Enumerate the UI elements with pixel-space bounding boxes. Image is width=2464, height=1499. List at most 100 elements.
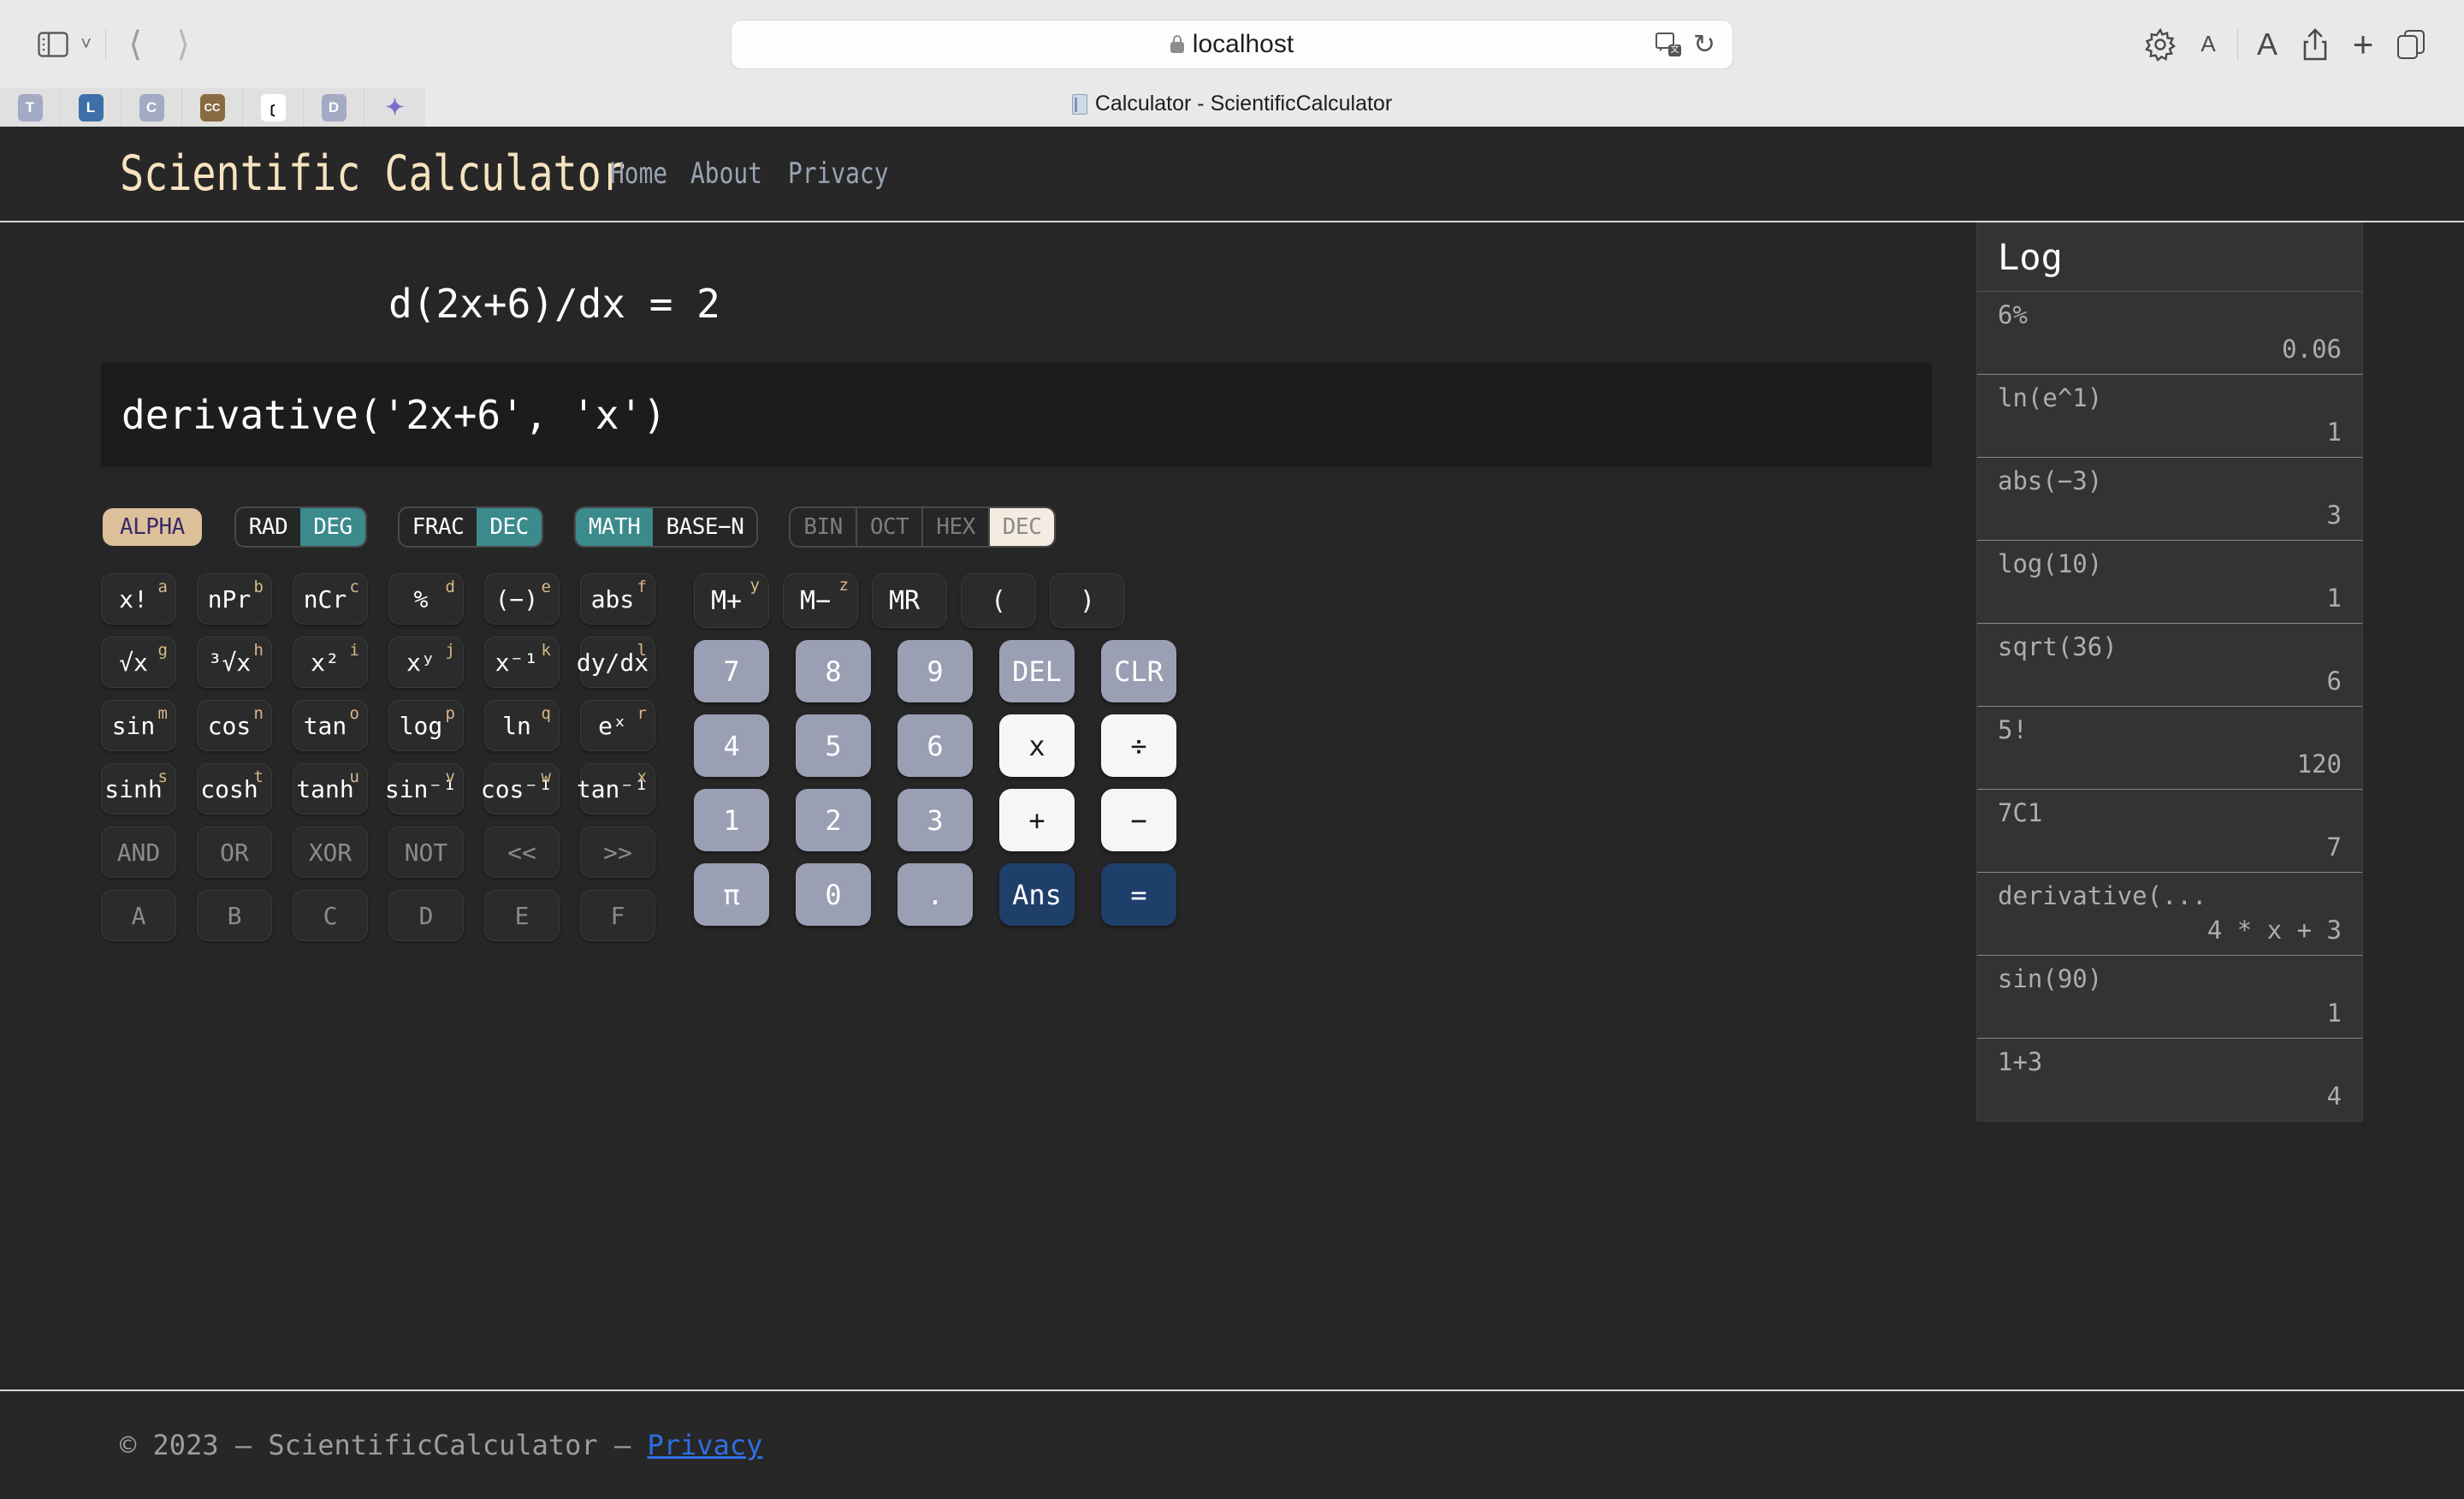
function-key[interactable]: cos⁻¹ w [481, 763, 560, 815]
toggle-alpha[interactable]: ALPHA [103, 508, 202, 546]
tab-overview-button[interactable] [2387, 21, 2435, 68]
reload-icon[interactable]: ↻ [1693, 29, 1715, 60]
memory-key[interactable]: ) [1050, 573, 1125, 628]
log-entry[interactable]: sqrt(36) 6 [1977, 624, 2362, 707]
function-key[interactable]: √x g [101, 637, 176, 688]
forward-button[interactable]: ⟩ [159, 21, 207, 68]
toggle-oct[interactable]: OCT [856, 508, 924, 546]
number-key[interactable]: − [1101, 789, 1176, 851]
nav-link-privacy[interactable]: Privacy [788, 157, 897, 191]
log-entry[interactable]: 6% 0.06 [1977, 292, 2362, 375]
function-key[interactable]: x⁻¹ k [484, 637, 560, 688]
font-size-decrease-button[interactable]: A [2184, 21, 2232, 68]
function-key[interactable]: eˣ r [580, 700, 655, 751]
font-size-increase-button[interactable]: A [2243, 21, 2291, 68]
toggle-dec[interactable]: DEC [477, 508, 542, 546]
share-button[interactable] [2291, 21, 2339, 68]
number-key[interactable]: = [1101, 863, 1176, 926]
log-entry[interactable]: 7C1 7 [1977, 790, 2362, 873]
function-key[interactable]: log p [388, 700, 464, 751]
toggle-dec-base[interactable]: DEC [989, 508, 1055, 546]
toggle-base-n[interactable]: BASE−N [653, 508, 757, 546]
function-key[interactable]: ln q [484, 700, 560, 751]
function-key[interactable]: sinh s [101, 763, 176, 815]
log-entry[interactable]: ln(e^1) 1 [1977, 375, 2362, 458]
function-key[interactable]: cosh t [197, 763, 272, 815]
log-entry[interactable]: 1+3 4 [1977, 1039, 2362, 1121]
log-entry[interactable]: sin(90) 1 [1977, 956, 2362, 1039]
function-key[interactable]: tan⁻¹ x [577, 763, 655, 815]
extension-gear-button[interactable] [2136, 21, 2184, 68]
log-entry[interactable]: log(10) 1 [1977, 541, 2362, 624]
function-key[interactable]: sin m [101, 700, 176, 751]
function-key[interactable]: cos n [197, 700, 272, 751]
sidebar-toggle-icon[interactable] [29, 21, 77, 68]
number-key[interactable]: 8 [796, 640, 871, 702]
new-tab-button[interactable]: + [2339, 21, 2387, 68]
toggle-hex[interactable]: HEX [923, 508, 990, 546]
number-key[interactable]: 4 [694, 714, 769, 777]
app-brand-title[interactable]: Scientific Calculator [120, 145, 625, 202]
number-key[interactable]: Ans [999, 863, 1075, 926]
number-key[interactable]: CLR [1101, 640, 1176, 702]
number-key[interactable]: 3 [897, 789, 973, 851]
number-key[interactable]: 1 [694, 789, 769, 851]
function-key[interactable]: (−) e [484, 573, 560, 625]
toggle-deg[interactable]: DEG [300, 508, 365, 546]
toggle-math[interactable]: MATH [575, 508, 654, 546]
number-key[interactable]: π [694, 863, 769, 926]
number-key[interactable]: DEL [999, 640, 1075, 702]
address-bar[interactable]: localhost 文 ↻ [731, 19, 1733, 69]
function-key[interactable]: xʸ j [388, 637, 464, 688]
function-key[interactable]: sin⁻¹ v [385, 763, 464, 815]
memory-key[interactable]: M+ y [694, 573, 769, 628]
memory-key[interactable]: ( [961, 573, 1036, 628]
toggle-bin[interactable]: BIN [791, 508, 857, 546]
browser-toolbar: ˅ ⟨ ⟩ localhost 文 ↻ A A + [0, 0, 2464, 88]
number-key[interactable]: 5 [796, 714, 871, 777]
function-key-alpha-label: r [637, 704, 647, 723]
active-tab[interactable]: Calculator - ScientificCalculator [0, 92, 2464, 116]
log-entry[interactable]: 5! 120 [1977, 707, 2362, 790]
function-key[interactable]: abs f [580, 573, 655, 625]
memory-key[interactable]: MR [872, 573, 947, 628]
back-button[interactable]: ⟨ [111, 21, 159, 68]
function-key[interactable]: nPr b [197, 573, 272, 625]
app-footer: © 2023 — ScientificCalculator — Privacy [0, 1389, 2464, 1499]
function-key[interactable]: dy/dx l [577, 637, 655, 688]
number-key[interactable]: 9 [897, 640, 973, 702]
chevron-down-icon[interactable]: ˅ [80, 33, 92, 56]
number-key[interactable]: x [999, 714, 1075, 777]
log-entry[interactable]: derivative(... 4 * x + 3 [1977, 873, 2362, 956]
expression-input[interactable]: derivative('2x+6', 'x') [101, 363, 1932, 467]
nav-link-about[interactable]: About [690, 157, 771, 191]
function-key[interactable]: tan o [293, 700, 368, 751]
toggle-frac[interactable]: FRAC [399, 508, 477, 546]
function-key-label: nPr [207, 584, 252, 613]
memory-key[interactable]: M− z [783, 573, 858, 628]
number-key[interactable]: 6 [897, 714, 973, 777]
function-key[interactable]: % d [388, 573, 464, 625]
number-key[interactable]: 7 [694, 640, 769, 702]
function-key-label: log [399, 711, 443, 740]
number-key[interactable]: + [999, 789, 1075, 851]
number-key[interactable]: 2 [796, 789, 871, 851]
function-key[interactable]: tanh u [293, 763, 368, 815]
number-key[interactable]: . [897, 863, 973, 926]
number-key[interactable]: 0 [796, 863, 871, 926]
function-key[interactable]: x! a [101, 573, 176, 625]
function-key[interactable]: x² i [293, 637, 368, 688]
function-key[interactable]: ³√x h [197, 637, 272, 688]
toggle-rad[interactable]: RAD [235, 508, 301, 546]
nav-link-home[interactable]: Home [610, 157, 676, 191]
footer-privacy-link[interactable]: Privacy [648, 1429, 763, 1461]
function-key-alpha-label: b [253, 578, 264, 596]
translate-icon[interactable]: 文 [1656, 32, 1682, 56]
function-key[interactable]: nCr c [293, 573, 368, 625]
number-key[interactable]: ÷ [1101, 714, 1176, 777]
function-key-alpha-label: f [637, 578, 647, 596]
log-entry[interactable]: abs(−3) 3 [1977, 458, 2362, 541]
log-entry-expression: abs(−3) [1998, 466, 2103, 495]
sidebar-icon-svg [38, 31, 68, 57]
function-key-label: D [418, 901, 434, 930]
